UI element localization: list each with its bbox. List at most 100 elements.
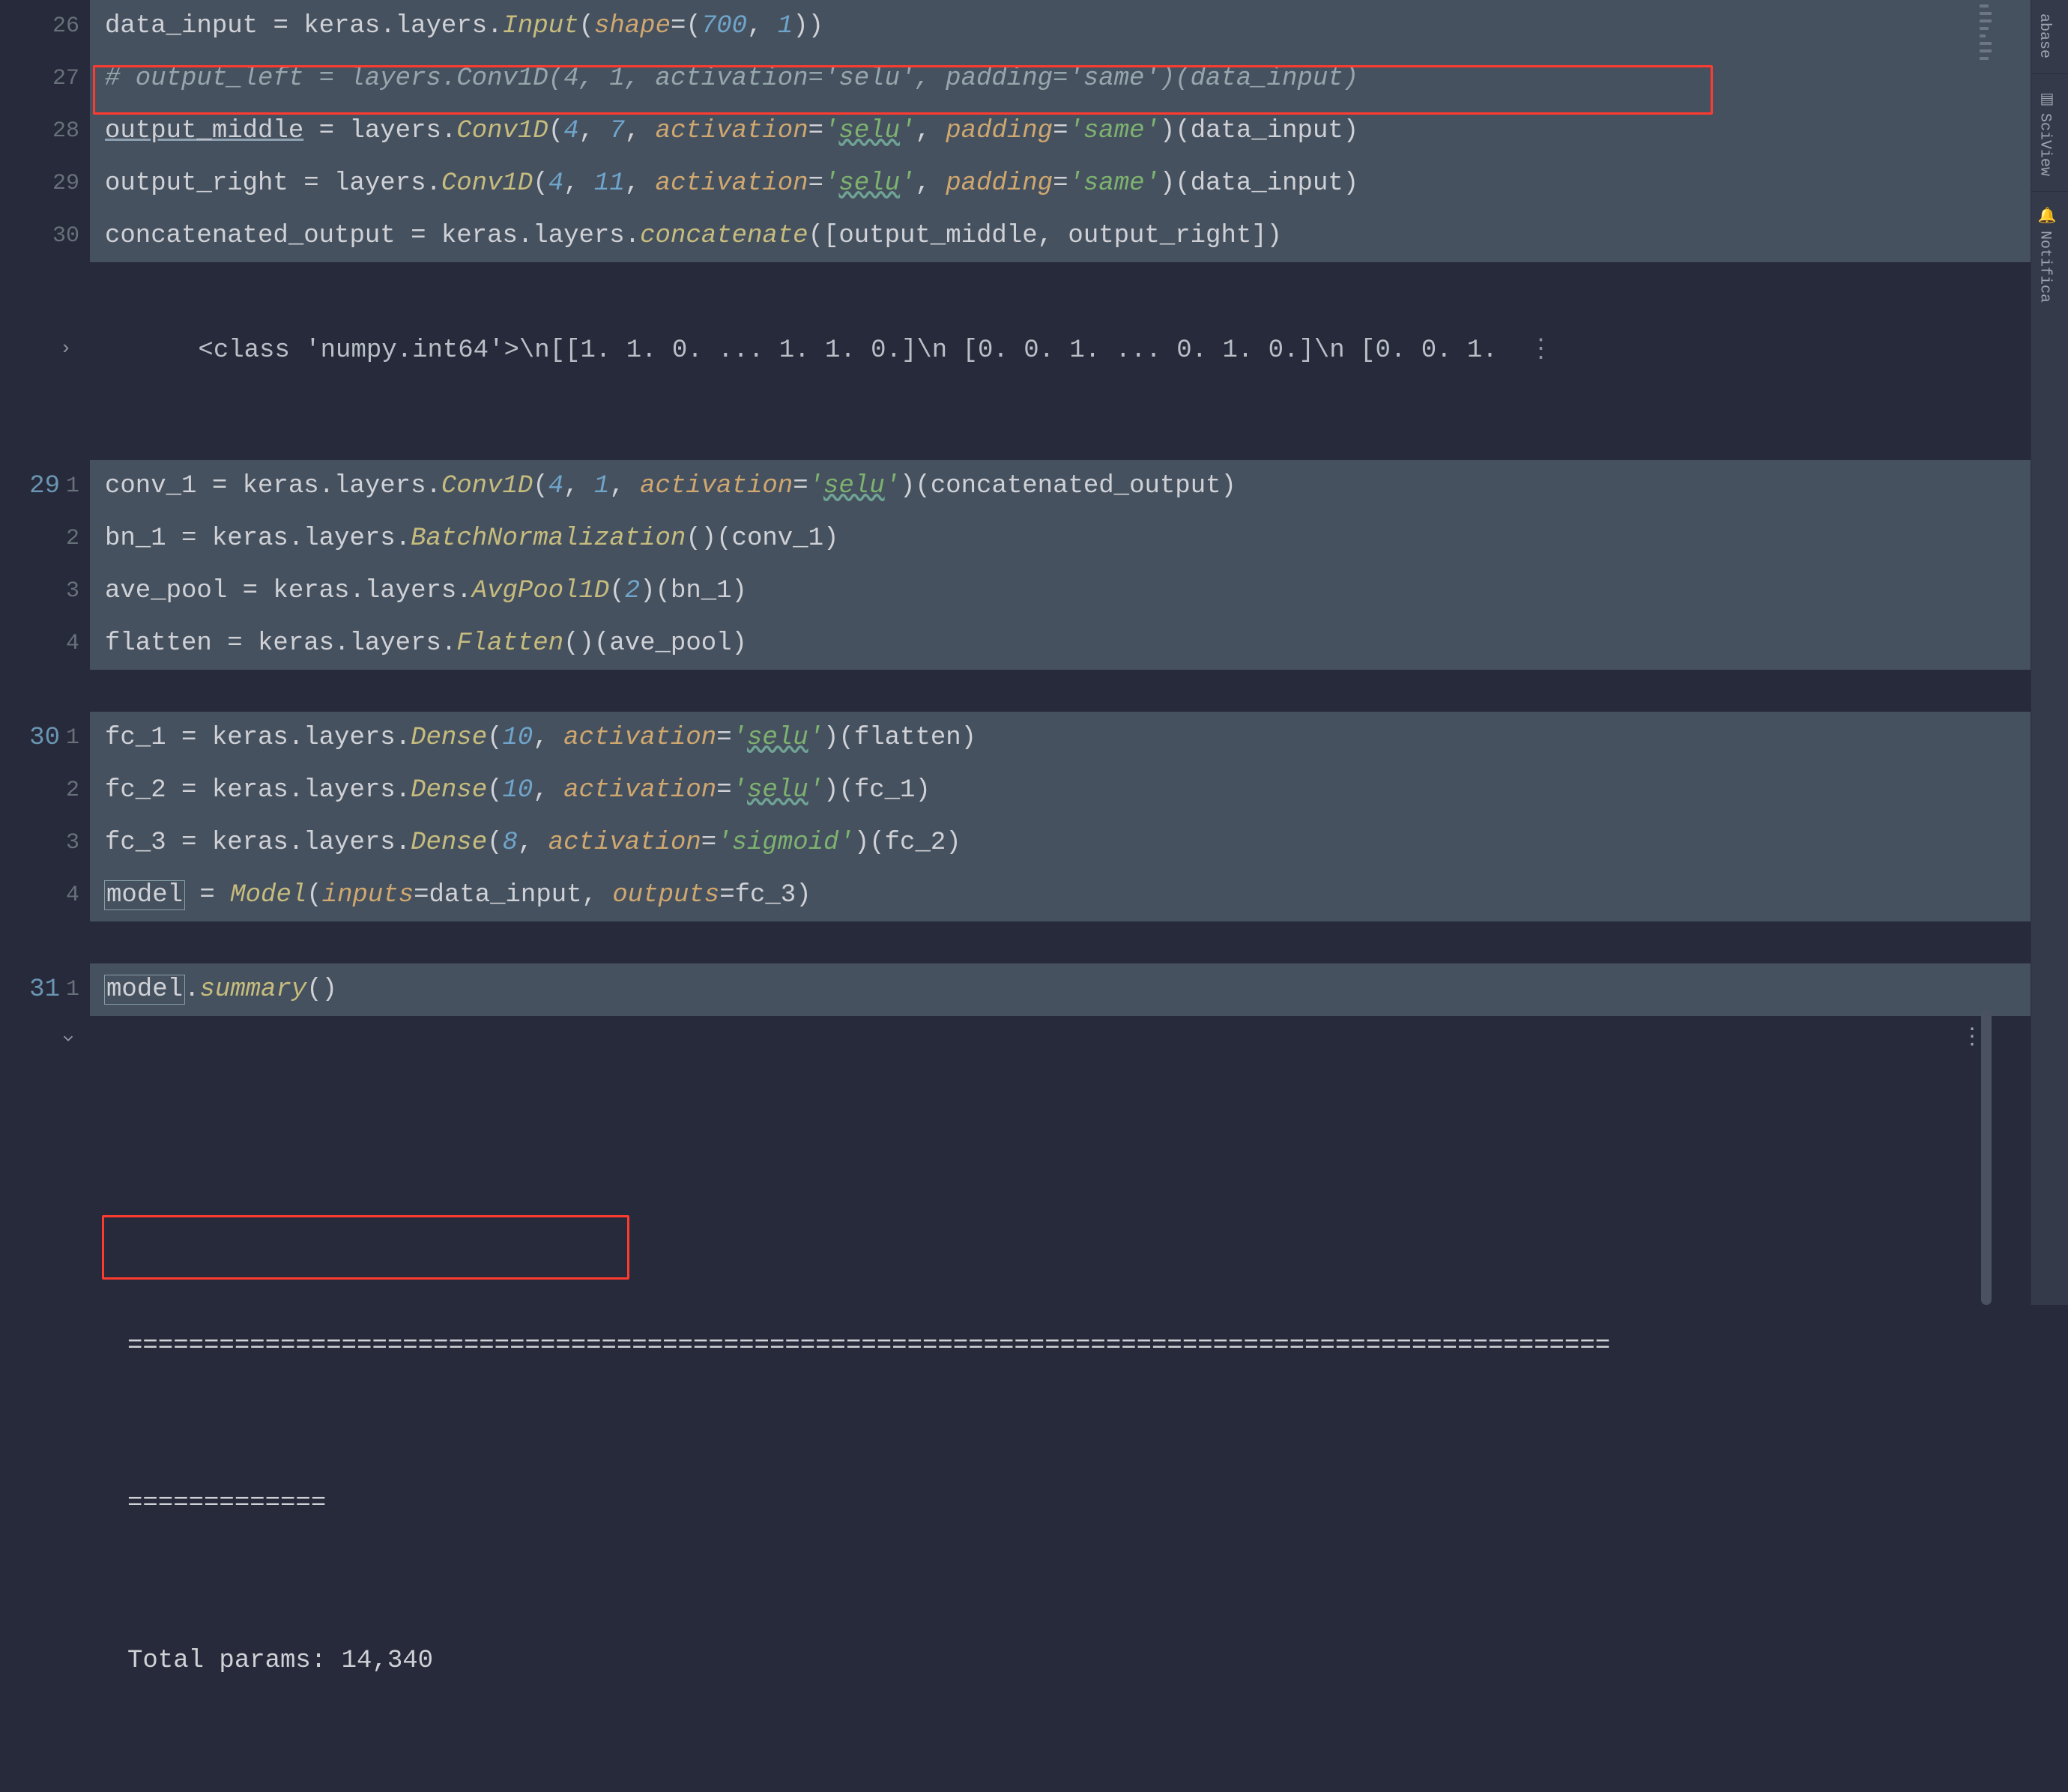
code-line[interactable]: concatenated_output = keras.layers.conca…	[90, 210, 2031, 262]
code-token: .	[487, 12, 502, 40]
code-line[interactable]: model = Model(inputs=data_input, outputs…	[90, 869, 2031, 921]
code-token: ,	[915, 117, 946, 145]
code-token: )(fc_1)	[823, 776, 931, 805]
code-token: 4	[563, 117, 578, 145]
code-token: ,	[518, 829, 548, 857]
code-token: selu	[747, 724, 808, 752]
gutter: 31 1	[0, 963, 90, 1016]
toolwindow-notifications[interactable]: 🔔 Notifica	[2031, 193, 2058, 316]
code-token: '	[885, 472, 900, 500]
code-token: =fc_3)	[719, 881, 811, 909]
fold-toggle-output[interactable]	[60, 1030, 76, 1047]
code-line[interactable]: # output_left = layers.Conv1D(4, 1, acti…	[90, 52, 2031, 105]
code-line[interactable]: conv_1 = keras.layers.Conv1D(4, 1, activ…	[90, 460, 2031, 512]
code-token: =	[808, 169, 823, 198]
code-token: )(fc_2)	[854, 829, 961, 857]
code-line[interactable]: flatten = keras.layers.Flatten()(ave_poo…	[90, 617, 2031, 670]
gutter: 28	[0, 105, 90, 157]
code-token: )(bn_1)	[640, 577, 747, 605]
code-token: '	[808, 472, 823, 500]
gutter: 29	[0, 157, 90, 210]
code-token: 'same'	[1068, 169, 1159, 198]
code-token: Input	[503, 12, 579, 40]
code-token: 2	[625, 577, 640, 605]
code-token: ,	[625, 169, 656, 198]
code-line[interactable]: model.summary()	[90, 963, 2031, 1016]
code-line[interactable]: data_input = keras.layers.Input(shape=(7…	[90, 0, 2031, 52]
code-token: ))	[793, 12, 823, 40]
code-token: Conv1D	[441, 472, 533, 500]
code-line[interactable]: fc_2 = keras.layers.Dense(10, activation…	[90, 764, 2031, 817]
code-token: ,	[747, 12, 778, 40]
output-preview[interactable]: <class 'numpy.int64'>\n[[1. 1. 0. ... 1.…	[90, 283, 2031, 418]
code-line[interactable]: output_right = layers.Conv1D(4, 11, acti…	[90, 157, 2031, 210]
code-token: conv_1 = keras.layers.	[105, 472, 441, 500]
minimap[interactable]	[1980, 4, 1992, 64]
toolwindow-database[interactable]: abase	[2031, 0, 2058, 72]
code-token: '	[732, 724, 747, 752]
code-token: = layers.	[303, 117, 456, 145]
code-token: (	[306, 881, 321, 909]
toolwindow-label: abase	[2036, 13, 2053, 58]
code-token: ave_pool = keras.layers.	[105, 577, 472, 605]
code-token: padding	[946, 169, 1053, 198]
gutter: 27	[0, 52, 90, 105]
code-line[interactable]: fc_1 = keras.layers.Dense(10, activation…	[90, 712, 2031, 764]
total-params: Total params: 14,340	[127, 1635, 2031, 1687]
code-token: activation	[563, 724, 716, 752]
code-token: ,	[625, 117, 656, 145]
code-token: 4	[548, 472, 563, 500]
gutter: 2	[0, 764, 90, 817]
code-token: shape	[594, 12, 671, 40]
code-token: 'sigmoid'	[716, 829, 854, 857]
summary-separator: ========================================…	[127, 1320, 2031, 1372]
scrollbar-thumb[interactable]	[1981, 1010, 1992, 1305]
output-more-icon[interactable]: ⋮	[1513, 336, 1553, 365]
code-token: # output_left = layers.Conv1D(4, 1, acti…	[105, 64, 1358, 93]
toolwindow-label: SciView	[2037, 113, 2054, 176]
model-summary-output: ========================================…	[0, 1058, 2031, 1792]
gutter: 29 1	[0, 460, 90, 512]
code-token: '	[900, 117, 915, 145]
code-token: '	[823, 169, 838, 198]
code-token: summary	[199, 975, 306, 1004]
gutter: 26	[0, 0, 90, 52]
code-token: Conv1D	[441, 169, 533, 198]
code-token: (	[487, 724, 502, 752]
toolwindow-sciview[interactable]: ▤ SciView	[2031, 76, 2058, 190]
code-token: =	[716, 724, 731, 752]
code-line[interactable]: fc_3 = keras.layers.Dense(8, activation=…	[90, 817, 2031, 869]
code-line[interactable]: bn_1 = keras.layers.BatchNormalization()…	[90, 512, 2031, 565]
code-token: =	[808, 117, 823, 145]
code-token: fc_1 = keras.layers.	[105, 724, 411, 752]
code-token: (	[533, 472, 548, 500]
code-token: concatenate	[640, 222, 808, 250]
code-token: outputs	[612, 881, 719, 909]
code-token: )(data_input)	[1160, 169, 1358, 198]
code-token: ,	[533, 776, 563, 805]
code-token: =	[701, 829, 716, 857]
tool-window-stripe[interactable]: abase ▤ SciView 🔔 Notifica	[2031, 0, 2068, 1305]
code-token: selu	[838, 169, 900, 198]
summary-separator-short: =============	[127, 1477, 2031, 1530]
code-token: 700	[701, 12, 747, 40]
code-token: ,	[533, 724, 563, 752]
fold-toggle[interactable]: ›	[60, 337, 72, 360]
code-token: 1	[594, 472, 609, 500]
editor-area[interactable]: 4 ✔8 ⌃ ⌄ 26data_input = keras.layers.Inp…	[0, 0, 2031, 1305]
code-token: (	[609, 577, 624, 605]
code-token: =	[793, 472, 808, 500]
code-token: '	[900, 169, 915, 198]
code-token: 10	[503, 724, 533, 752]
code-token: Dense	[411, 776, 487, 805]
code-token: BatchNormalization	[411, 524, 686, 553]
code-token: )(data_input)	[1160, 117, 1358, 145]
gutter: 30	[0, 210, 90, 262]
code-line[interactable]: ave_pool = keras.layers.AvgPool1D(2)(bn_…	[90, 565, 2031, 617]
code-token: '	[823, 117, 838, 145]
code-token: model	[105, 881, 184, 909]
code-token: =	[716, 776, 731, 805]
code-token: ,	[579, 117, 610, 145]
code-line[interactable]: output_middle = layers.Conv1D(4, 7, acti…	[90, 105, 2031, 157]
gutter: 2	[0, 512, 90, 565]
